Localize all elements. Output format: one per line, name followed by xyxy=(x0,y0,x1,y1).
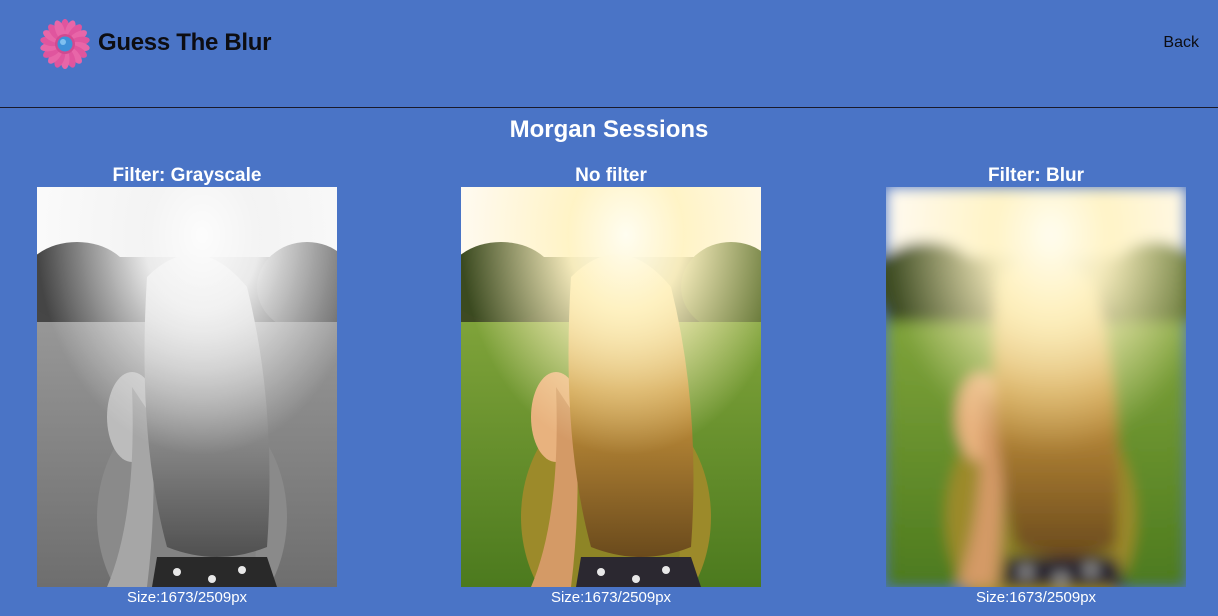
panel-label-no-filter: No filter xyxy=(575,165,647,186)
panel-grayscale: Filter: Grayscale Size:1673/2509px xyxy=(37,163,337,606)
size-label-blur: Size:1673/2509px xyxy=(975,589,1097,606)
panel-blur: Filter: Blur Size:1673/2509px xyxy=(886,163,1186,606)
panel-label-blur: Filter: Blur xyxy=(987,165,1085,186)
page-title: Morgan Sessions xyxy=(509,116,709,143)
panel-label-grayscale: Filter: Grayscale xyxy=(112,165,262,186)
back-link[interactable]: Back xyxy=(1163,34,1199,52)
app-title[interactable]: Guess The Blur xyxy=(98,29,271,57)
blurred-photo xyxy=(886,187,1186,587)
size-label-no-filter: Size:1673/2509px xyxy=(550,589,672,606)
blur-flower-logo-icon[interactable] xyxy=(40,19,90,69)
panel-no-filter: No filter Size:1673/2509px xyxy=(461,163,761,606)
grayscale-photo xyxy=(37,187,337,587)
size-label-grayscale: Size:1673/2509px xyxy=(126,589,248,606)
original-photo xyxy=(461,187,761,587)
app-header: Guess The Blur Back xyxy=(0,0,1218,108)
